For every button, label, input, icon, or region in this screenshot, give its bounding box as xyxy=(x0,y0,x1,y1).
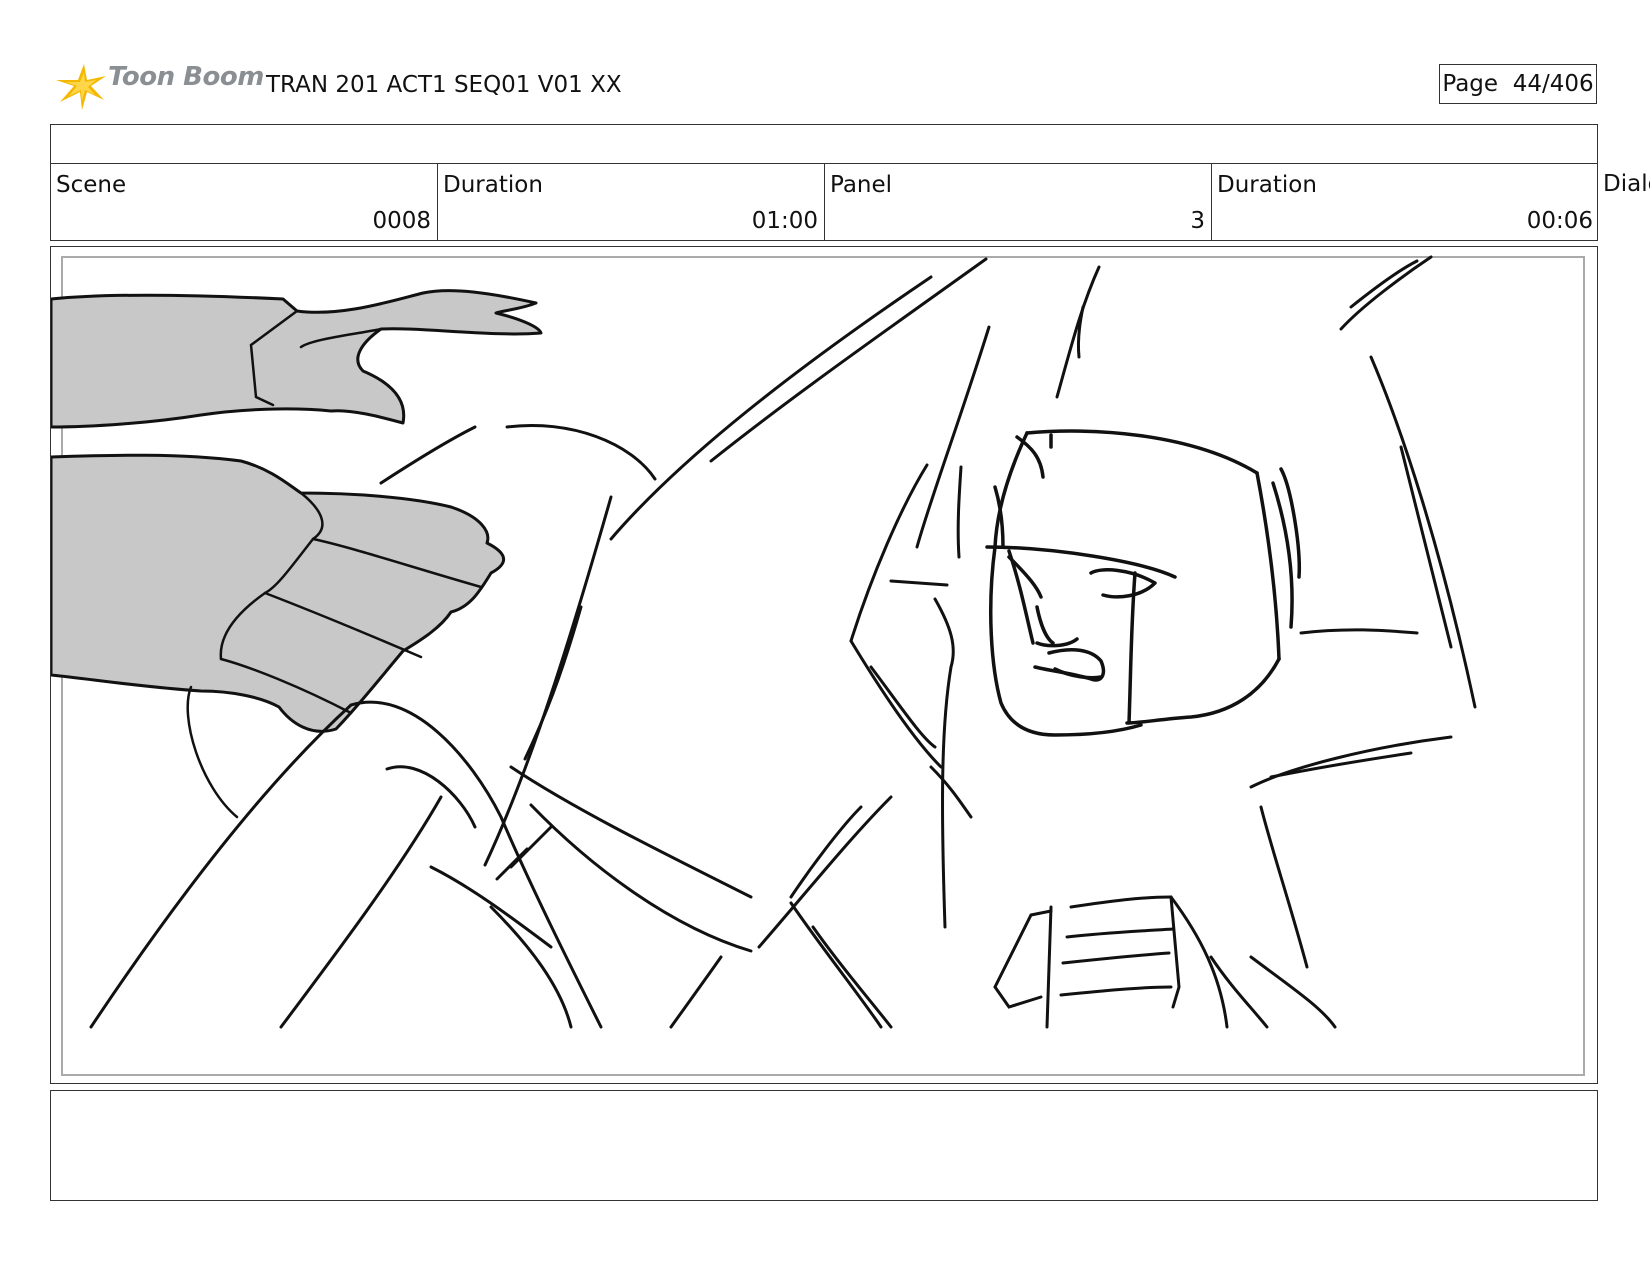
panel-duration-value: 00:06 xyxy=(1526,208,1593,234)
lower-hand xyxy=(51,453,506,733)
panel-value: 3 xyxy=(1190,208,1205,234)
panel-duration-label: Duration xyxy=(1217,172,1317,198)
page-indicator: Page 44/406 xyxy=(1439,64,1597,104)
document-title: TRAN 201 ACT1 SEQ01 V01 XX xyxy=(266,72,622,98)
page-label: Page xyxy=(1442,71,1499,97)
scene-duration-cell: Duration 01:00 xyxy=(438,164,825,240)
caption-strip xyxy=(50,124,1598,164)
panel-cell: Panel 3 xyxy=(825,164,1212,240)
toon-boom-star-icon xyxy=(56,64,106,110)
scene-duration-value: 01:00 xyxy=(751,208,818,234)
scene-cell: Scene 0008 xyxy=(51,164,438,240)
scene-value: 0008 xyxy=(372,208,431,234)
brand-logo: Toon Boom xyxy=(54,58,264,114)
storyboard-sketch xyxy=(51,255,1477,1029)
notes-box xyxy=(50,1090,1598,1201)
scene-label: Scene xyxy=(56,172,127,198)
page-number: 44/406 xyxy=(1512,71,1594,97)
info-row: Scene 0008 Duration 01:00 Panel 3 Durati… xyxy=(50,163,1598,241)
hands-group xyxy=(51,289,543,733)
scene-duration-label: Duration xyxy=(443,172,543,198)
dialogue-label-clipped: Dialo xyxy=(1603,171,1650,197)
brand-name: Toon Boom xyxy=(108,62,264,92)
robot-head xyxy=(985,429,1302,737)
panel-label: Panel xyxy=(830,172,893,198)
panel-duration-cell: Duration 00:06 xyxy=(1212,164,1599,240)
